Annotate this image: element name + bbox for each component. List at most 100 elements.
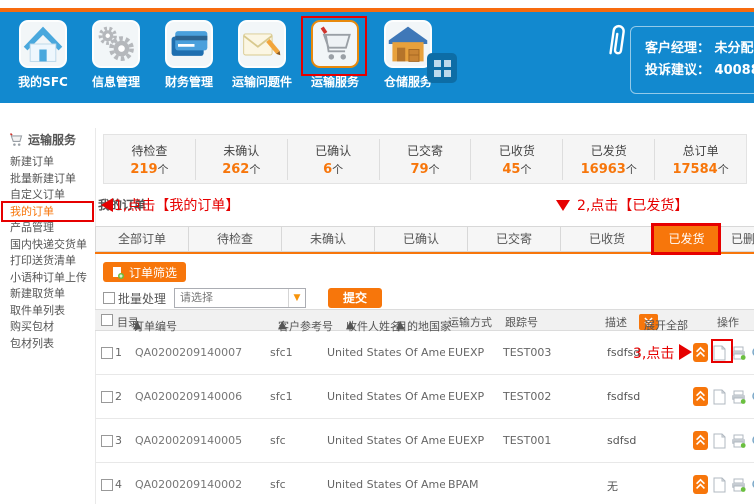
- sidebar-item-pickup-list[interactable]: 取件单列表: [10, 303, 94, 320]
- tabs-underline: [95, 252, 754, 254]
- tab-unconfirmed[interactable]: 未确认: [281, 226, 374, 252]
- home-tile[interactable]: [19, 20, 67, 68]
- sort-asc-icon: ▲: [346, 318, 354, 331]
- sort-asc-icon: ▲: [278, 318, 286, 331]
- tab-posted[interactable]: 已交寄: [467, 226, 560, 252]
- gears-tile[interactable]: [92, 20, 140, 68]
- row-checkbox[interactable]: [101, 347, 113, 359]
- print-icon[interactable]: [731, 434, 746, 448]
- stat-value: 6: [323, 162, 332, 177]
- tab-pending-check[interactable]: 待检查: [188, 226, 281, 252]
- nav-item-my-sfc[interactable]: 我的SFC: [12, 20, 74, 90]
- nav-item-shipping-issues[interactable]: 运输问题件: [231, 20, 293, 90]
- stat-unit: 个: [249, 163, 260, 176]
- batch-checkbox[interactable]: [103, 292, 115, 304]
- stat-value: 45: [502, 162, 520, 177]
- copy-document-icon[interactable]: [713, 389, 726, 405]
- col-tracking-no: 跟踪号: [505, 314, 538, 330]
- order-number: QA0200209140005: [135, 434, 242, 447]
- tab-all-orders[interactable]: 全部订单: [95, 226, 188, 252]
- nav-label: 我的SFC: [12, 73, 74, 90]
- submit-button[interactable]: 提交: [328, 288, 382, 308]
- sidebar-item-small-parcel-upload[interactable]: 小语种订单上传: [10, 270, 94, 287]
- sidebar-item-packaging-list[interactable]: 包材列表: [10, 336, 94, 353]
- tab-shipped-active[interactable]: 已发货: [653, 226, 719, 252]
- description: sdfsd: [607, 434, 636, 447]
- table-row: 2 QA0200209140006 sfc1 United States Of …: [95, 375, 754, 419]
- cart-tile[interactable]: [311, 20, 359, 68]
- expand-order-button[interactable]: [693, 387, 708, 406]
- annotation-step2: 2,点击【已发货】: [577, 195, 688, 215]
- table-row: 1 QA0200209140007 sfc1 United States Of …: [95, 331, 754, 375]
- stat-value: 17584: [672, 162, 717, 177]
- bank-card-tile[interactable]: [165, 20, 213, 68]
- sidebar-item-buy-packaging[interactable]: 购买包材: [10, 319, 94, 336]
- expand-order-button[interactable]: [693, 475, 708, 494]
- mail-tile[interactable]: [238, 20, 286, 68]
- filter-doc-icon: [112, 266, 124, 279]
- complaint-hotline-line: 投诉建议： 400881: [645, 60, 754, 82]
- customer-ref: sfc1: [270, 390, 293, 403]
- print-icon[interactable]: [731, 390, 746, 404]
- order-number: QA0200209140002: [135, 478, 242, 491]
- tab-received[interactable]: 已收货: [560, 226, 653, 252]
- stat-unit: 个: [520, 163, 531, 176]
- stat-posted: 已交寄 79个: [380, 139, 472, 180]
- sidebar-item-print-delivery-list[interactable]: 打印送货清单: [10, 253, 94, 270]
- sidebar-item-product-mgmt[interactable]: 产品管理: [10, 220, 94, 237]
- nav-label: 运输问题件: [231, 73, 293, 90]
- sidebar-item-my-orders[interactable]: 我的订单: [10, 204, 94, 221]
- batch-label: 批量处理: [118, 290, 166, 307]
- apps-grid-icon[interactable]: [427, 53, 457, 83]
- nav-item-shipping-service[interactable]: 运输服务: [304, 20, 366, 90]
- sidebar-item-custom-order[interactable]: 自定义订单: [10, 187, 94, 204]
- order-number: QA0200209140007: [135, 346, 242, 359]
- sidebar-item-domestic-delivery[interactable]: 国内快递交货单: [10, 237, 94, 254]
- mail-icon: [240, 22, 284, 66]
- stat-label: 已交寄: [380, 142, 471, 159]
- order-filter-button[interactable]: 订单筛选: [103, 262, 186, 282]
- order-status-tabs: 全部订单 待检查 未确认 已确认 已交寄 已收货 已发货 已删除: [95, 226, 754, 252]
- row-checkbox[interactable]: [101, 479, 113, 491]
- sidebar-item-new-pickup[interactable]: 新建取货单: [10, 286, 94, 303]
- customer-manager-line: 客户经理： 未分配: [645, 38, 754, 60]
- expand-order-button[interactable]: [693, 343, 708, 362]
- nav-item-info-mgmt[interactable]: 信息管理: [85, 20, 147, 90]
- nav-item-finance-mgmt[interactable]: 财务管理: [158, 20, 220, 90]
- tab-confirmed[interactable]: 已确认: [374, 226, 467, 252]
- row-checkbox[interactable]: [101, 435, 113, 447]
- description: 无: [607, 478, 618, 494]
- sidebar-title-text: 运输服务: [28, 131, 76, 148]
- tracking-number: TEST003: [503, 346, 551, 359]
- copy-document-icon[interactable]: [713, 477, 726, 493]
- copy-document-icon[interactable]: [713, 433, 726, 449]
- batch-action-select[interactable]: 请选择 ▼: [174, 288, 306, 308]
- stat-value: 79: [410, 162, 428, 177]
- row-actions: [693, 475, 754, 494]
- expand-order-button[interactable]: [693, 431, 708, 450]
- print-icon[interactable]: [731, 478, 746, 492]
- row-checkbox[interactable]: [101, 391, 113, 403]
- warehouse-tile[interactable]: [384, 20, 432, 68]
- stat-label: 已确认: [288, 142, 379, 159]
- top-navigation-bar: 我的SFC 信息管理: [0, 8, 754, 103]
- order-number: QA0200209140006: [135, 390, 242, 403]
- sidebar-item-new-order[interactable]: 新建订单: [10, 154, 94, 171]
- home-icon: [21, 22, 65, 66]
- stat-total-orders: 总订单 17584个: [655, 139, 746, 180]
- annotation-step1: 1,点击【我的订单】: [114, 195, 239, 215]
- print-icon[interactable]: [731, 346, 746, 360]
- annotation-step2-wrap: 2,点击【已发货】: [556, 195, 688, 215]
- table-row: 4 QA0200209140002 sfc United States Of A…: [95, 463, 754, 504]
- customer-ref: sfc: [270, 478, 286, 491]
- destination-country: United States Of America/.....: [327, 346, 445, 359]
- sidebar-item-batch-new-order[interactable]: 批量新建订单: [10, 171, 94, 188]
- tab-deleted[interactable]: 已删除: [719, 226, 754, 252]
- description: fsdfsd: [607, 390, 640, 403]
- chevron-down-icon[interactable]: ▼: [288, 289, 305, 307]
- select-all-checkbox[interactable]: [101, 314, 113, 326]
- expand-all-button[interactable]: 展开全部: [639, 314, 658, 330]
- table-row: 3 QA0200209140005 sfc United States Of A…: [95, 419, 754, 463]
- customer-ref: sfc: [270, 434, 286, 447]
- stat-label: 已收货: [471, 142, 562, 159]
